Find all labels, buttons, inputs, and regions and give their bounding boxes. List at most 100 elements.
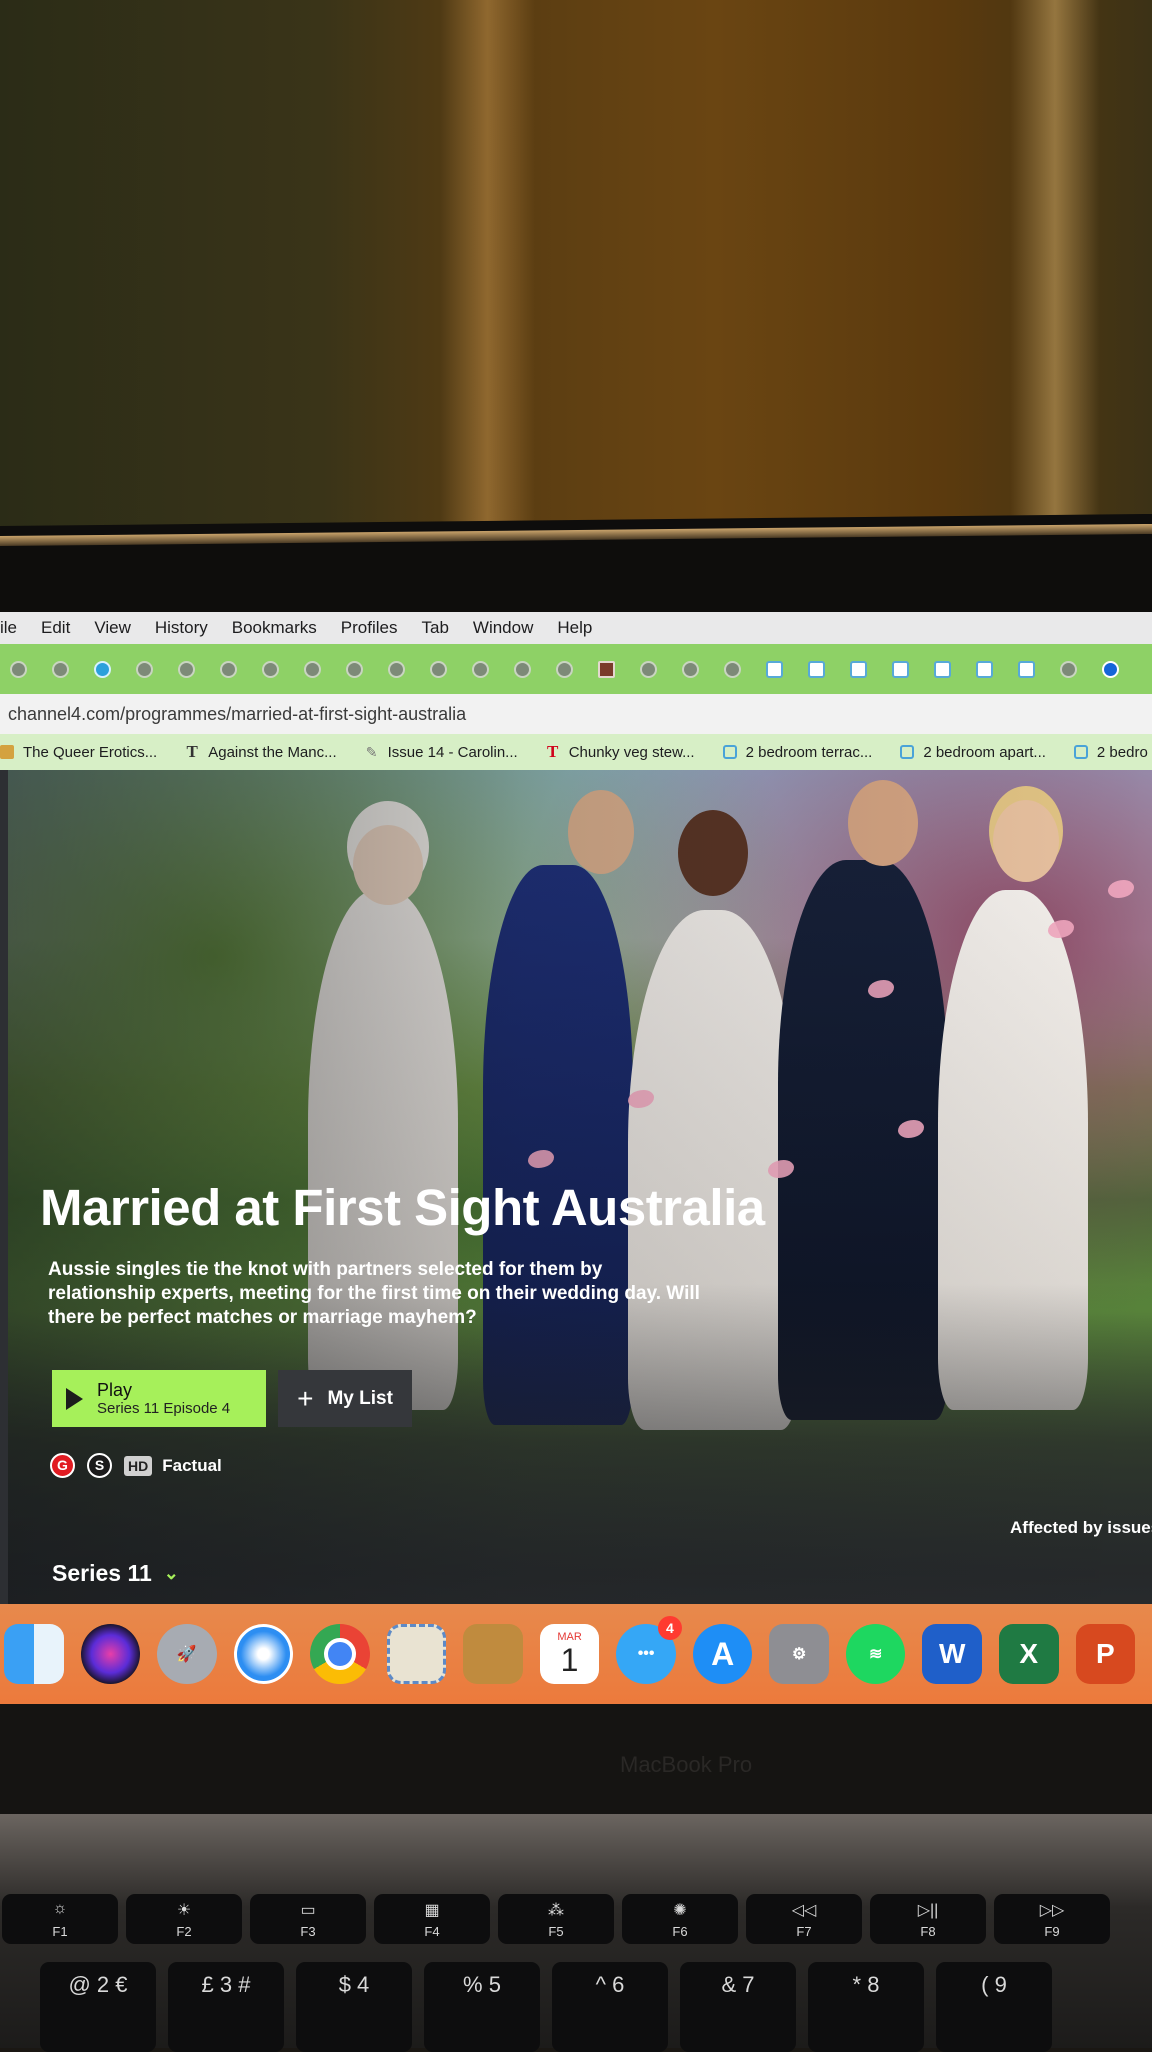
genre-label: Factual (162, 1455, 222, 1475)
tab-globe-icon[interactable] (724, 660, 741, 678)
key-f9[interactable]: ▷▷ F9 (994, 1894, 1110, 1944)
bookmark-label: 2 bedroom apart... (923, 743, 1046, 761)
finder-icon[interactable] (4, 1624, 64, 1684)
tab-globe-icon[interactable] (472, 660, 489, 678)
powerpoint-icon[interactable]: P (1075, 1624, 1136, 1684)
siri-icon[interactable] (80, 1624, 141, 1684)
bookmark-item[interactable]: ✎ Issue 14 - Carolin... (365, 744, 518, 761)
tab-house-icon[interactable] (850, 660, 867, 678)
calendar-day: 1 (560, 1642, 579, 1678)
chrome-icon[interactable] (310, 1624, 370, 1684)
tab-house-icon[interactable] (766, 660, 783, 678)
launchpad-key-icon: ▦ (424, 1902, 440, 1919)
my-list-label: My List (327, 1387, 393, 1409)
key-f4[interactable]: ▦ F4 (374, 1894, 490, 1944)
bookmark-item[interactable]: T Against the Manc... (185, 743, 337, 761)
key-4[interactable]: $ 4 (296, 1962, 412, 2052)
tab-active-channel4-icon[interactable] (1102, 660, 1119, 678)
tab-globe-icon[interactable] (220, 660, 237, 678)
key-5[interactable]: % 5 (424, 1962, 540, 2052)
messages-icon[interactable]: ••• 4 (616, 1616, 682, 1684)
tab-house-icon[interactable] (892, 660, 909, 678)
wall-light-strip (440, 0, 535, 540)
excel-icon[interactable]: X (999, 1624, 1059, 1684)
menu-bookmarks[interactable]: Bookmarks (232, 618, 317, 638)
tab-house-icon[interactable] (1018, 660, 1035, 678)
key-f5[interactable]: ⁂ F5 (498, 1894, 614, 1944)
brightness-up-icon: ☀ (176, 1902, 192, 1919)
show-title: Married at First Sight Australia (40, 1179, 765, 1236)
tab-globe-icon[interactable] (556, 660, 573, 678)
bookmark-label: The Queer Erotics... (23, 743, 158, 761)
menu-profiles[interactable]: Profiles (341, 618, 398, 638)
menu-tab[interactable]: Tab (421, 618, 448, 638)
tab-house-icon[interactable] (976, 660, 993, 678)
tab-globe-icon[interactable] (262, 660, 279, 678)
tab-globe-icon[interactable] (304, 660, 321, 678)
tab-globe-icon[interactable] (640, 660, 657, 678)
series-dropdown[interactable]: Series 11 ⌄ (52, 1560, 179, 1587)
safari-icon[interactable] (233, 1624, 294, 1684)
address-bar[interactable]: channel4.com/programmes/married-at-first… (0, 694, 1152, 734)
menu-view[interactable]: View (94, 618, 131, 638)
key-8[interactable]: * 8 (808, 1962, 924, 2052)
contacts-icon[interactable] (463, 1624, 523, 1684)
key-3[interactable]: £ 3 # (168, 1962, 284, 2052)
tab-safari-icon[interactable] (94, 660, 111, 678)
menu-file[interactable]: ile (0, 618, 17, 638)
menu-help[interactable]: Help (557, 618, 592, 638)
affected-by-issues-link[interactable]: Affected by issues (1010, 1518, 1152, 1538)
play-episode-label: Series 11 Episode 4 (97, 1399, 231, 1417)
bookmark-item[interactable]: T Chunky veg stew... (546, 742, 695, 761)
house-favicon-icon (722, 745, 737, 759)
play-button[interactable]: Play Series 11 Episode 4 (52, 1370, 266, 1427)
tab-house-icon[interactable] (808, 660, 825, 678)
my-list-button[interactable]: + My List (278, 1370, 412, 1427)
key-7[interactable]: & 7 (680, 1962, 796, 2052)
tab-bird-icon[interactable] (598, 660, 615, 678)
bookmark-item[interactable]: The Queer Erotics... (0, 744, 157, 761)
key-f1[interactable]: ☼ F1 (2, 1894, 118, 1944)
spotify-icon[interactable]: ≋ (845, 1624, 906, 1684)
key-2[interactable]: @ 2 € (40, 1962, 156, 2052)
tab-globe-icon[interactable] (52, 660, 69, 678)
tab-globe-icon[interactable] (346, 660, 363, 678)
tab-globe-icon[interactable] (514, 660, 531, 678)
bookmark-label: Issue 14 - Carolin... (387, 743, 518, 761)
tab-globe-icon[interactable] (388, 660, 405, 678)
tab-globe-icon[interactable] (178, 660, 195, 678)
plus-icon: + (297, 1382, 314, 1414)
key-f8[interactable]: ▷|| F8 (870, 1894, 986, 1944)
key-f3[interactable]: ▭ F3 (250, 1894, 366, 1944)
calendar-icon[interactable]: MAR 1 (539, 1624, 600, 1684)
system-settings-icon[interactable]: ⚙ (769, 1624, 829, 1684)
bookmark-label: Chunky veg stew... (568, 743, 695, 761)
tab-globe-icon[interactable] (1060, 660, 1077, 678)
bookmark-label: 2 bedroom terrac... (745, 743, 873, 761)
menu-window[interactable]: Window (473, 618, 533, 638)
key-f6[interactable]: ✺ F6 (622, 1894, 738, 1944)
menu-history[interactable]: History (155, 618, 208, 638)
tab-house-icon[interactable] (934, 660, 951, 678)
bookmark-item[interactable]: 2 bedro (1073, 744, 1148, 761)
key-9[interactable]: ( 9 (936, 1962, 1052, 2052)
mail-icon[interactable] (386, 1624, 447, 1684)
menu-edit[interactable]: Edit (41, 618, 70, 638)
key-f2[interactable]: ☀ F2 (126, 1894, 242, 1944)
queer-erotics-favicon-icon (0, 745, 14, 759)
play-icon (66, 1387, 83, 1410)
word-icon[interactable]: W (922, 1624, 982, 1684)
t-red-favicon-icon: T (547, 742, 559, 761)
tab-globe-icon[interactable] (10, 660, 27, 678)
key-6[interactable]: ^ 6 (552, 1962, 668, 2052)
tab-globe-icon[interactable] (682, 660, 699, 678)
app-store-icon[interactable]: A (692, 1624, 753, 1684)
bookmark-item[interactable]: 2 bedroom terrac... (722, 743, 873, 761)
tab-globe-icon[interactable] (430, 660, 447, 678)
macos-dock: 🚀 MAR 1 ••• 4 A ⚙ ≋ W X P (0, 1604, 1152, 1704)
launchpad-icon[interactable]: 🚀 (157, 1624, 217, 1684)
tab-globe-icon[interactable] (136, 660, 153, 678)
messages-badge: 4 (657, 1616, 682, 1640)
bookmark-item[interactable]: 2 bedroom apart... (900, 744, 1046, 761)
key-f7[interactable]: ◁◁ F7 (746, 1894, 862, 1944)
